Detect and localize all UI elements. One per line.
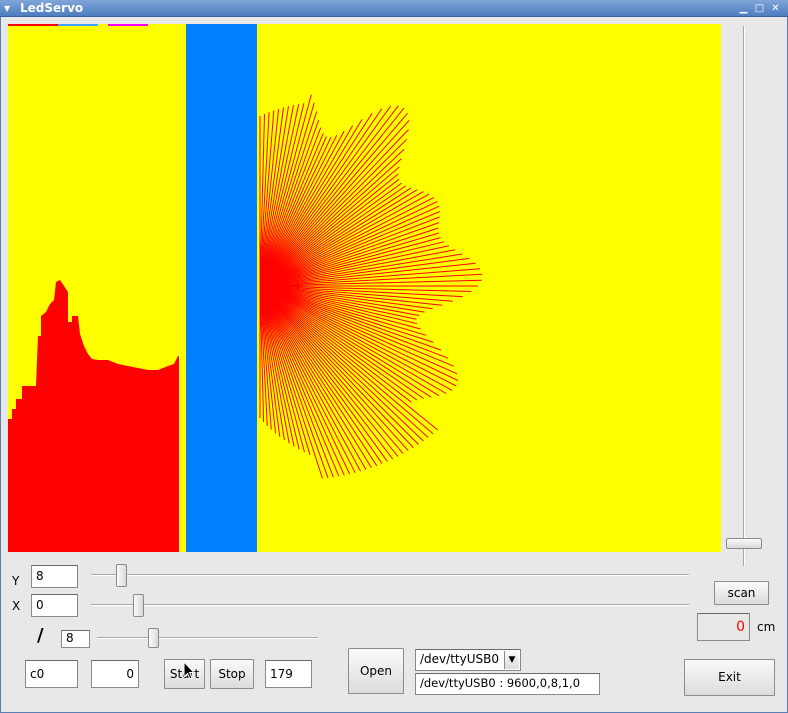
window-title: LedServo xyxy=(20,1,84,15)
triangle-down-icon[interactable]: ▼ xyxy=(4,0,14,17)
blue-stripe xyxy=(186,24,257,552)
distance-readout: 0 xyxy=(697,613,750,641)
close-icon[interactable]: ✕ xyxy=(769,2,782,15)
scan-ray xyxy=(259,285,457,387)
scan-fan xyxy=(259,94,483,479)
top-marker-magenta xyxy=(108,24,148,26)
port-select[interactable]: /dev/ttyUSB0 ▼ xyxy=(415,649,521,671)
slash-input[interactable]: 8 xyxy=(61,630,90,648)
title-bar[interactable]: ▼ LedServo ▁ □ ✕ xyxy=(0,0,788,17)
x-slider-track[interactable] xyxy=(91,604,689,606)
distance-histogram xyxy=(8,280,179,552)
port-select-value: /dev/ttyUSB0 xyxy=(420,652,499,666)
slash-slider-thumb[interactable] xyxy=(148,628,159,648)
x-slider-thumb[interactable] xyxy=(133,594,144,617)
distance-unit: cm xyxy=(757,620,776,634)
chevron-down-icon[interactable]: ▼ xyxy=(504,651,519,669)
value-input[interactable]: 0 xyxy=(91,660,139,688)
vertical-slider-thumb[interactable] xyxy=(726,538,762,549)
slash-label: / xyxy=(37,625,44,646)
slash-slider-track[interactable] xyxy=(97,637,318,639)
angle-input[interactable]: 179 xyxy=(265,660,312,688)
x-label: X xyxy=(12,599,21,613)
command-input[interactable]: c0 xyxy=(25,660,78,688)
y-input[interactable]: 8 xyxy=(31,565,78,588)
minimize-icon[interactable]: ▁ xyxy=(737,2,750,15)
exit-button[interactable]: Exit xyxy=(684,659,775,696)
port-status-field: /dev/ttyUSB0 : 9600,0,8,1,0 xyxy=(415,673,600,695)
scan-button[interactable]: scan xyxy=(714,581,769,605)
vertical-slider-track[interactable] xyxy=(743,26,745,566)
maximize-icon[interactable]: □ xyxy=(753,2,766,15)
scan-canvas[interactable] xyxy=(8,24,721,552)
x-input[interactable]: 0 xyxy=(31,594,78,617)
y-label: Y xyxy=(12,574,20,588)
stop-button[interactable]: Stop xyxy=(210,659,254,689)
scan-plot xyxy=(8,24,483,552)
open-button[interactable]: Open xyxy=(348,648,404,694)
top-marker-red xyxy=(8,24,58,26)
top-marker-blue xyxy=(58,24,98,26)
y-slider-thumb[interactable] xyxy=(116,564,127,587)
mouse-pointer-icon xyxy=(183,661,196,680)
y-slider-track[interactable] xyxy=(91,574,689,576)
